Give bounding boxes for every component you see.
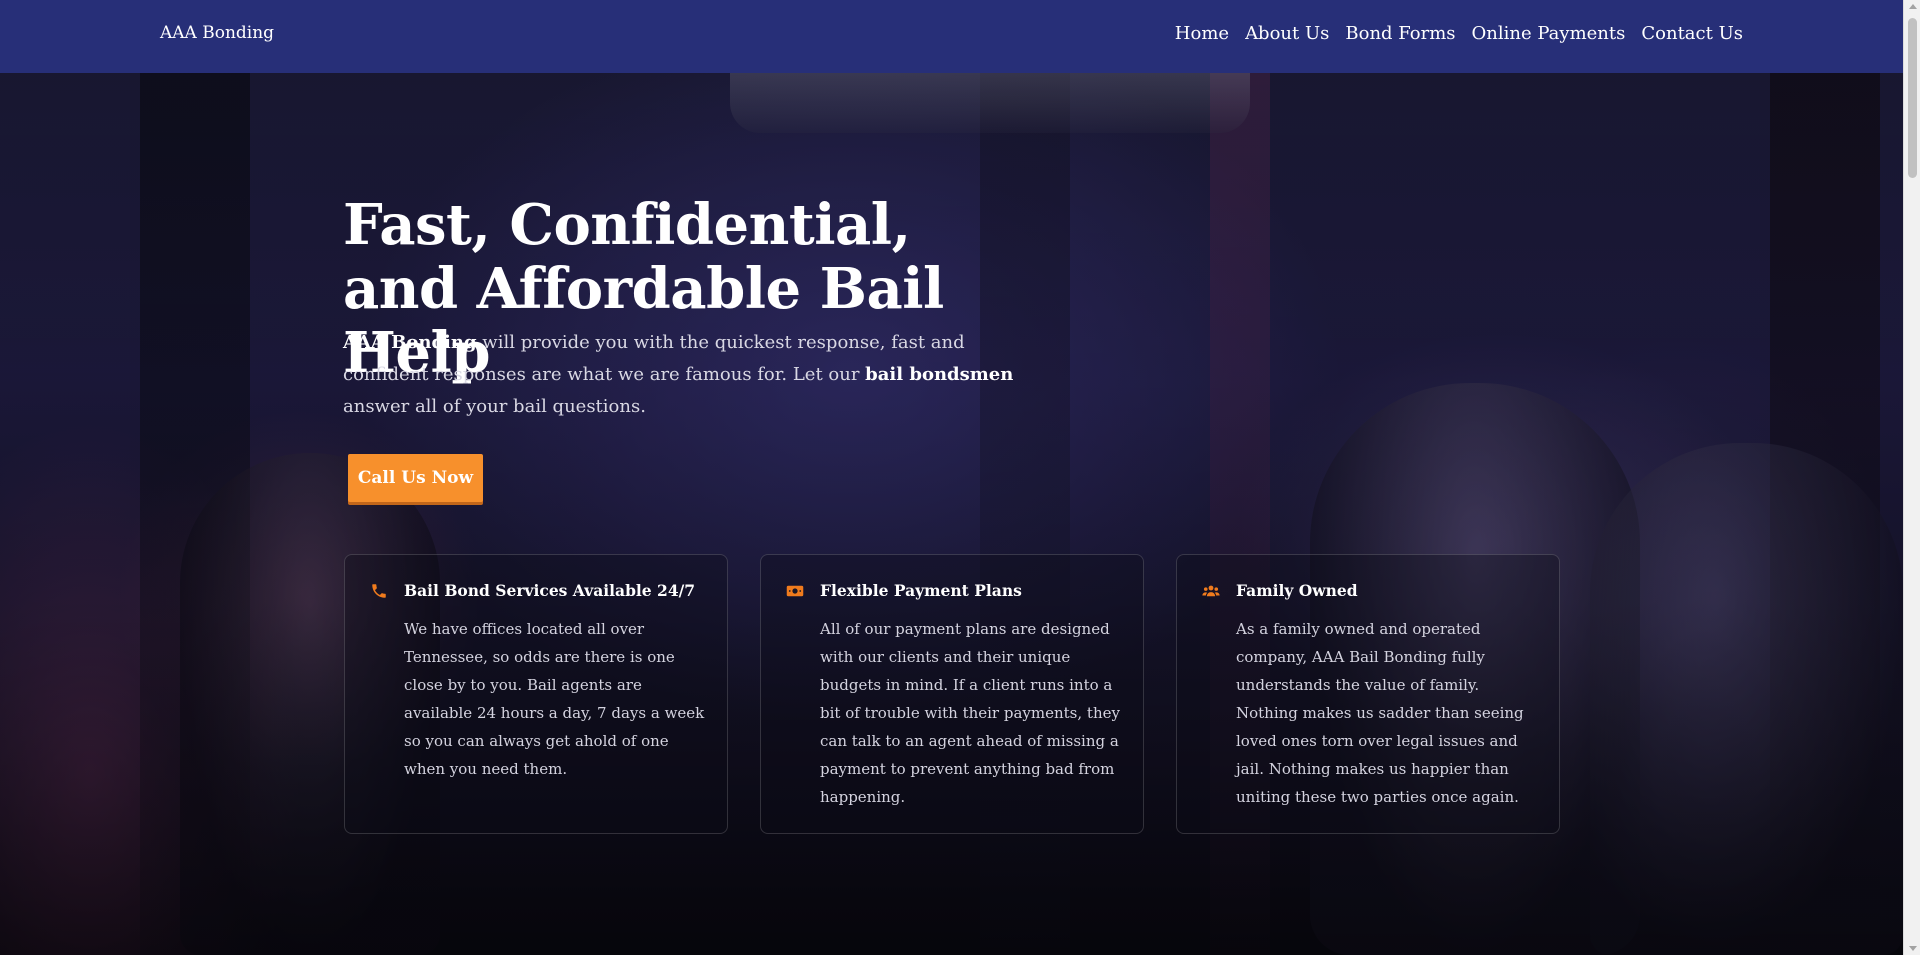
call-us-now-button[interactable]: Call Us Now [348, 454, 483, 502]
hero-text-strong-bondsmen: bail bondsmen [865, 364, 1014, 385]
brand-link[interactable]: AAA Bonding [160, 23, 274, 43]
navbar: AAA Bonding Home About Us Bond Forms Onl… [0, 0, 1903, 73]
card-text: We have offices located all over Tenness… [404, 620, 705, 778]
nav-link-online-payments[interactable]: Online Payments [1472, 23, 1626, 44]
scroll-down-arrow-icon[interactable] [1909, 946, 1917, 951]
page-scrollbar[interactable] [1903, 0, 1920, 955]
nav-link-about-us[interactable]: About Us [1245, 23, 1329, 44]
phone-icon [370, 582, 388, 600]
feature-card-payment-plans: Flexible Payment Plans All of our paymen… [760, 554, 1144, 834]
card-title: Flexible Payment Plans [820, 581, 1022, 600]
card-text: As a family owned and operated company, … [1236, 620, 1524, 806]
scrollbar-thumb[interactable] [1908, 18, 1917, 178]
card-title: Bail Bond Services Available 24/7 [404, 581, 696, 600]
card-title: Family Owned [1236, 581, 1358, 600]
money-bill-icon [786, 582, 804, 600]
card-text: All of our payment plans are designed wi… [820, 620, 1120, 806]
hero-description: AAA Bonding will provide you with the qu… [343, 327, 1023, 423]
nav-menu: Home About Us Bond Forms Online Payments… [1159, 23, 1743, 44]
nav-link-bond-forms[interactable]: Bond Forms [1345, 23, 1455, 44]
nav-link-contact-us[interactable]: Contact Us [1641, 23, 1743, 44]
users-icon [1202, 582, 1220, 600]
hero-text-part: answer all of your bail questions. [343, 396, 646, 417]
feature-card-24-7: Bail Bond Services Available 24/7 We hav… [344, 554, 728, 834]
scroll-up-arrow-icon[interactable] [1909, 4, 1917, 9]
nav-link-home[interactable]: Home [1175, 23, 1229, 44]
page: AAA Bonding Home About Us Bond Forms Onl… [0, 0, 1920, 955]
feature-card-family-owned: Family Owned As a family owned and opera… [1176, 554, 1560, 834]
hero-text-strong-brand: AAA Bonding [343, 332, 477, 353]
